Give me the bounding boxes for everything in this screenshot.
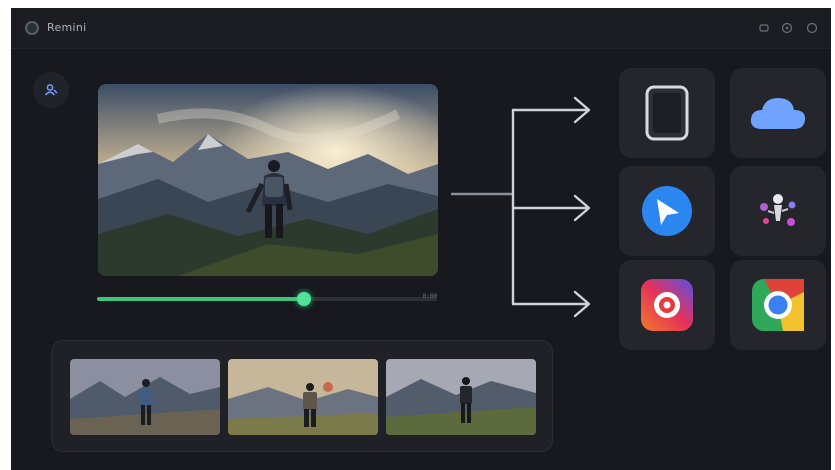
time-label: 0:00 bbox=[422, 293, 437, 300]
sparkle-app-tile[interactable] bbox=[730, 166, 826, 256]
app-logo-icon bbox=[25, 21, 39, 35]
thumbnail-strip bbox=[51, 340, 553, 452]
profile-button[interactable] bbox=[33, 72, 69, 108]
timeline-scrubber[interactable]: 0:00 bbox=[97, 292, 437, 306]
thumbnail-2[interactable] bbox=[228, 359, 378, 435]
camera-app-tile[interactable] bbox=[619, 260, 715, 350]
scrubber-progress bbox=[97, 297, 305, 301]
send-app-icon bbox=[642, 186, 692, 236]
title-bar: Remini bbox=[11, 8, 831, 49]
cloud-icon bbox=[750, 98, 806, 129]
export-connector bbox=[451, 96, 591, 318]
help-icon[interactable] bbox=[779, 20, 795, 36]
app-window: Remini 0:00 bbox=[11, 8, 831, 470]
chrome-icon bbox=[752, 279, 804, 331]
thumbnail-3[interactable] bbox=[386, 359, 536, 435]
send-app-tile[interactable] bbox=[619, 166, 715, 256]
user-icon bbox=[44, 84, 58, 96]
minimize-icon[interactable] bbox=[756, 20, 772, 36]
close-icon[interactable] bbox=[804, 20, 820, 36]
tablet-icon bbox=[645, 85, 689, 141]
tablet-tile[interactable] bbox=[619, 68, 715, 158]
chrome-tile[interactable] bbox=[730, 260, 826, 350]
video-preview[interactable] bbox=[98, 84, 438, 276]
sparkle-app-icon bbox=[760, 194, 796, 226]
camera-app-icon bbox=[641, 279, 693, 331]
app-title: Remini bbox=[47, 21, 87, 34]
scrubber-handle[interactable] bbox=[297, 292, 312, 306]
thumbnail-1[interactable] bbox=[70, 359, 220, 435]
cloud-tile[interactable] bbox=[730, 68, 826, 158]
